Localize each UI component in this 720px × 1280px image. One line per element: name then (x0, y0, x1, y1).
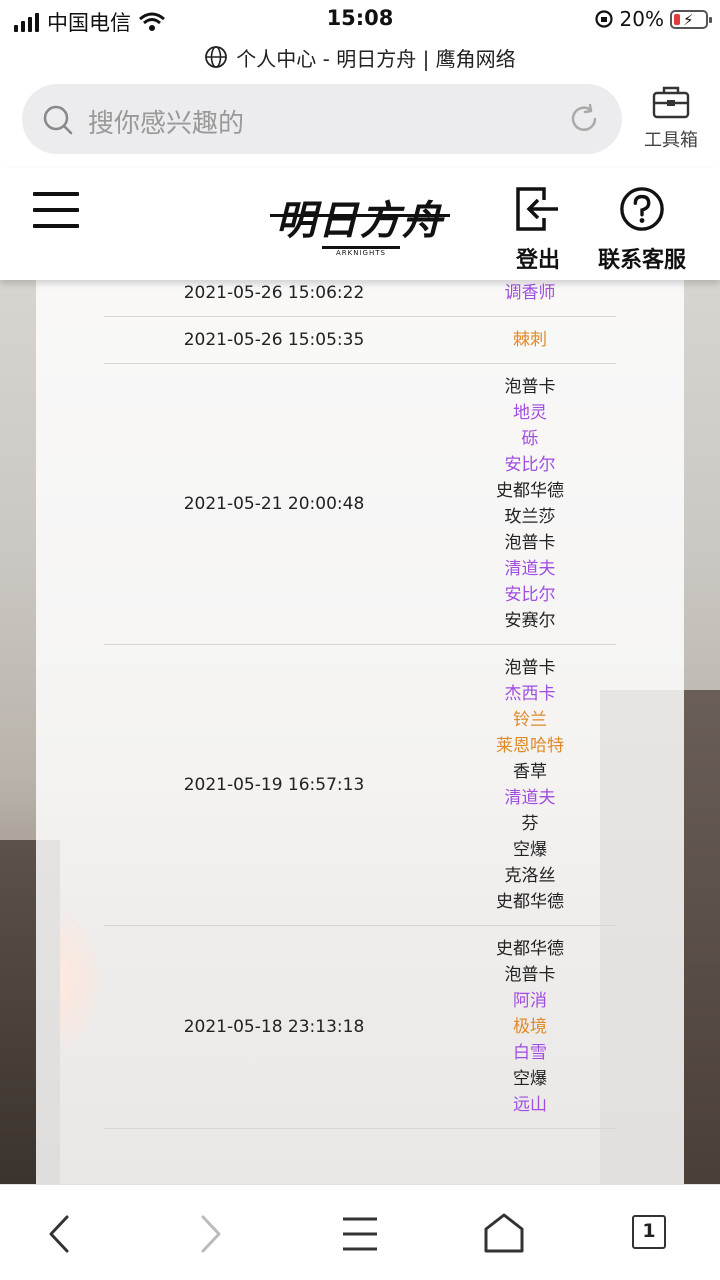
battery-icon: ⚡ (670, 9, 712, 29)
logout-label: 登出 (515, 248, 560, 273)
operator-name: 杰西卡 (504, 684, 556, 704)
operator-name: 铃兰 (513, 710, 547, 730)
search-input[interactable]: 搜你感兴趣的 (88, 103, 244, 140)
menu-icon[interactable] (335, 1209, 385, 1259)
site-header: 明日方舟 ARKNIGHTS 登出 联系客服 (0, 168, 720, 280)
record-row: 2021-05-21 20:00:48 泡普卡 地灵砾安比尔 史都华德 玫兰莎 泡普卡 清道… (104, 364, 616, 645)
operator-name: 安比尔 (504, 455, 556, 475)
operator-name: 史都华德 (496, 939, 564, 959)
record-operators: 棘刺 (464, 317, 596, 363)
logout-icon (516, 187, 558, 231)
search-bar[interactable]: 搜你感兴趣的 (22, 84, 622, 154)
record-operators: 调香师 (464, 280, 596, 316)
status-bar: 中国电信 15:08 20% ⚡ (0, 0, 720, 40)
operator-name: 远山 (513, 1095, 547, 1115)
hamburger-menu-icon[interactable] (33, 192, 79, 228)
operator-name: 阿消 (513, 991, 547, 1011)
logo-text: 明日方舟 (276, 197, 444, 244)
operator-name: 清道夫 (504, 788, 556, 808)
record-row: 2021-05-26 15:05:35 棘刺 (104, 317, 616, 364)
operator-name: 调香师 (504, 283, 556, 303)
operator-name: 泡普卡 (504, 377, 556, 397)
record-time: 2021-05-21 20:00:48 (183, 494, 365, 514)
record-time: 2021-05-18 23:13:18 (183, 1017, 365, 1037)
globe-icon (205, 46, 228, 68)
record-time: 2021-05-26 15:05:35 (183, 330, 365, 350)
record-list: 2021-05-26 15:06:22 调香师 2021-05-26 15:05:3… (36, 280, 684, 1129)
tab-count: 1 (632, 1215, 666, 1249)
contact-support-button[interactable]: 联系客服 (594, 186, 690, 274)
toolbox-button[interactable]: 工具箱 (636, 84, 706, 154)
operator-name: 地灵 (513, 403, 547, 423)
record-row: 2021-05-19 16:57:13 泡普卡杰西卡铃兰莱恩哈特香草清道夫芬空爆克… (104, 645, 616, 926)
operator-name: 空爆 (513, 840, 547, 860)
battery-percent: 20% (619, 7, 664, 31)
operator-name: 克洛丝 (504, 866, 556, 886)
home-icon[interactable] (479, 1209, 529, 1259)
operator-name: 芬 (521, 814, 539, 834)
operator-name: 泡普卡 (504, 965, 556, 985)
contact-label: 联系客服 (597, 248, 686, 273)
record-operators: 泡普卡 地灵砾安比尔 史都华德 玫兰莎 泡普卡 清道夫 安比尔 安赛尔 (464, 364, 596, 644)
back-icon[interactable] (36, 1209, 86, 1259)
operator-name: 玫兰莎 (504, 507, 556, 527)
tabs-button[interactable]: 1 (626, 1209, 676, 1259)
page-title: 个人中心 - 明日方舟 | 鹰角网络 (236, 46, 516, 71)
operator-name: 史都华德 (496, 892, 564, 912)
operator-name: 香草 (513, 762, 547, 782)
orientation-lock-icon (594, 10, 613, 28)
operator-name: 极境 (513, 1017, 547, 1037)
record-row: 2021-05-18 23:13:18 史都华德泡普卡阿消极境白雪空爆远山 (104, 926, 616, 1129)
logo-subtext: ARKNIGHTS (322, 246, 400, 262)
operator-name: 砾 (521, 429, 539, 449)
record-operators: 史都华德泡普卡阿消极境白雪空爆远山 (464, 926, 596, 1128)
operator-name: 白雪 (513, 1043, 547, 1063)
browser-bottom-nav: 1 (0, 1184, 720, 1280)
reload-icon[interactable] (568, 103, 600, 135)
toolbox-icon (652, 86, 690, 119)
operator-name: 泡普卡 (504, 533, 556, 553)
recruit-history-panel: 2021-05-26 15:06:22 调香师 2021-05-26 15:05:3… (36, 280, 684, 1184)
search-icon (43, 105, 73, 135)
logout-button[interactable]: 登出 (508, 186, 568, 274)
record-time: 2021-05-26 15:06:22 (183, 283, 365, 303)
toolbox-label: 工具箱 (644, 130, 698, 151)
operator-name: 安赛尔 (504, 611, 556, 631)
forward-icon[interactable] (184, 1209, 234, 1259)
operator-name: 清道夫 (504, 559, 556, 579)
page-title-bar[interactable]: 个人中心 - 明日方舟 | 鹰角网络 (0, 42, 720, 72)
record-time: 2021-05-19 16:57:13 (183, 775, 365, 795)
arknights-logo[interactable]: 明日方舟 ARKNIGHTS (270, 180, 450, 266)
operator-name: 莱恩哈特 (496, 736, 564, 756)
operator-name: 棘刺 (513, 330, 547, 350)
operator-name: 空爆 (513, 1069, 547, 1089)
help-icon (620, 187, 664, 231)
record-row: 2021-05-26 15:06:22 调香师 (104, 280, 616, 317)
status-right: 20% ⚡ (594, 7, 712, 31)
operator-name: 史都华德 (496, 481, 564, 501)
operator-name: 安比尔 (504, 585, 556, 605)
record-operators: 泡普卡杰西卡铃兰莱恩哈特香草清道夫芬空爆克洛丝史都华德 (464, 645, 596, 925)
operator-name: 泡普卡 (504, 658, 556, 678)
